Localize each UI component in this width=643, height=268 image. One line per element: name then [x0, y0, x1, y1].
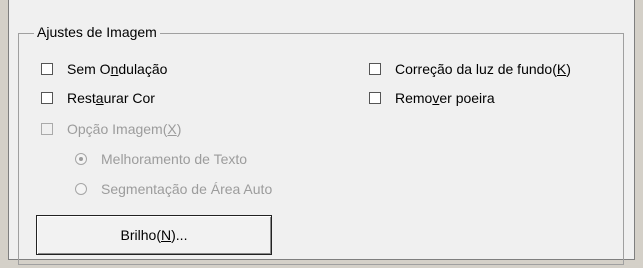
- checkbox-label: Opção Imagem(X): [67, 121, 182, 137]
- radio-button[interactable]: [75, 183, 87, 195]
- checkbox-box[interactable]: [41, 92, 53, 104]
- checkbox-restaurar-cor[interactable]: Restaurar Cor: [41, 90, 155, 106]
- radio-segmentacao-area[interactable]: Segmentação de Área Auto: [75, 181, 272, 197]
- checkbox-label: Remover poeira: [395, 90, 495, 106]
- radio-label: Melhoramento de Texto: [101, 151, 248, 167]
- checkbox-box[interactable]: [41, 123, 53, 135]
- checkbox-box[interactable]: [369, 63, 381, 75]
- radio-label: Segmentação de Área Auto: [101, 181, 273, 197]
- checkbox-remover-poeira[interactable]: Remover poeira: [369, 90, 495, 106]
- radio-melhoramento-texto[interactable]: Melhoramento de Texto: [75, 151, 247, 167]
- checkbox-box[interactable]: [369, 92, 381, 104]
- brilho-button[interactable]: Brilho(N)...: [36, 215, 272, 255]
- checkbox-label: Correção da luz de fundo(K): [395, 61, 571, 77]
- checkbox-opcao-imagem[interactable]: Opção Imagem(X): [41, 121, 181, 137]
- checkbox-label: Sem Ondulação: [67, 61, 168, 77]
- checkbox-label: Restaurar Cor: [67, 90, 155, 106]
- checkbox-sem-ondulacao[interactable]: Sem Ondulação: [41, 61, 167, 77]
- groupbox-title: Ajustes de Imagem: [34, 24, 160, 40]
- checkbox-correcao-luz-fundo[interactable]: Correção da luz de fundo(K): [369, 61, 571, 77]
- radio-button[interactable]: [75, 153, 87, 165]
- checkbox-box[interactable]: [41, 63, 53, 75]
